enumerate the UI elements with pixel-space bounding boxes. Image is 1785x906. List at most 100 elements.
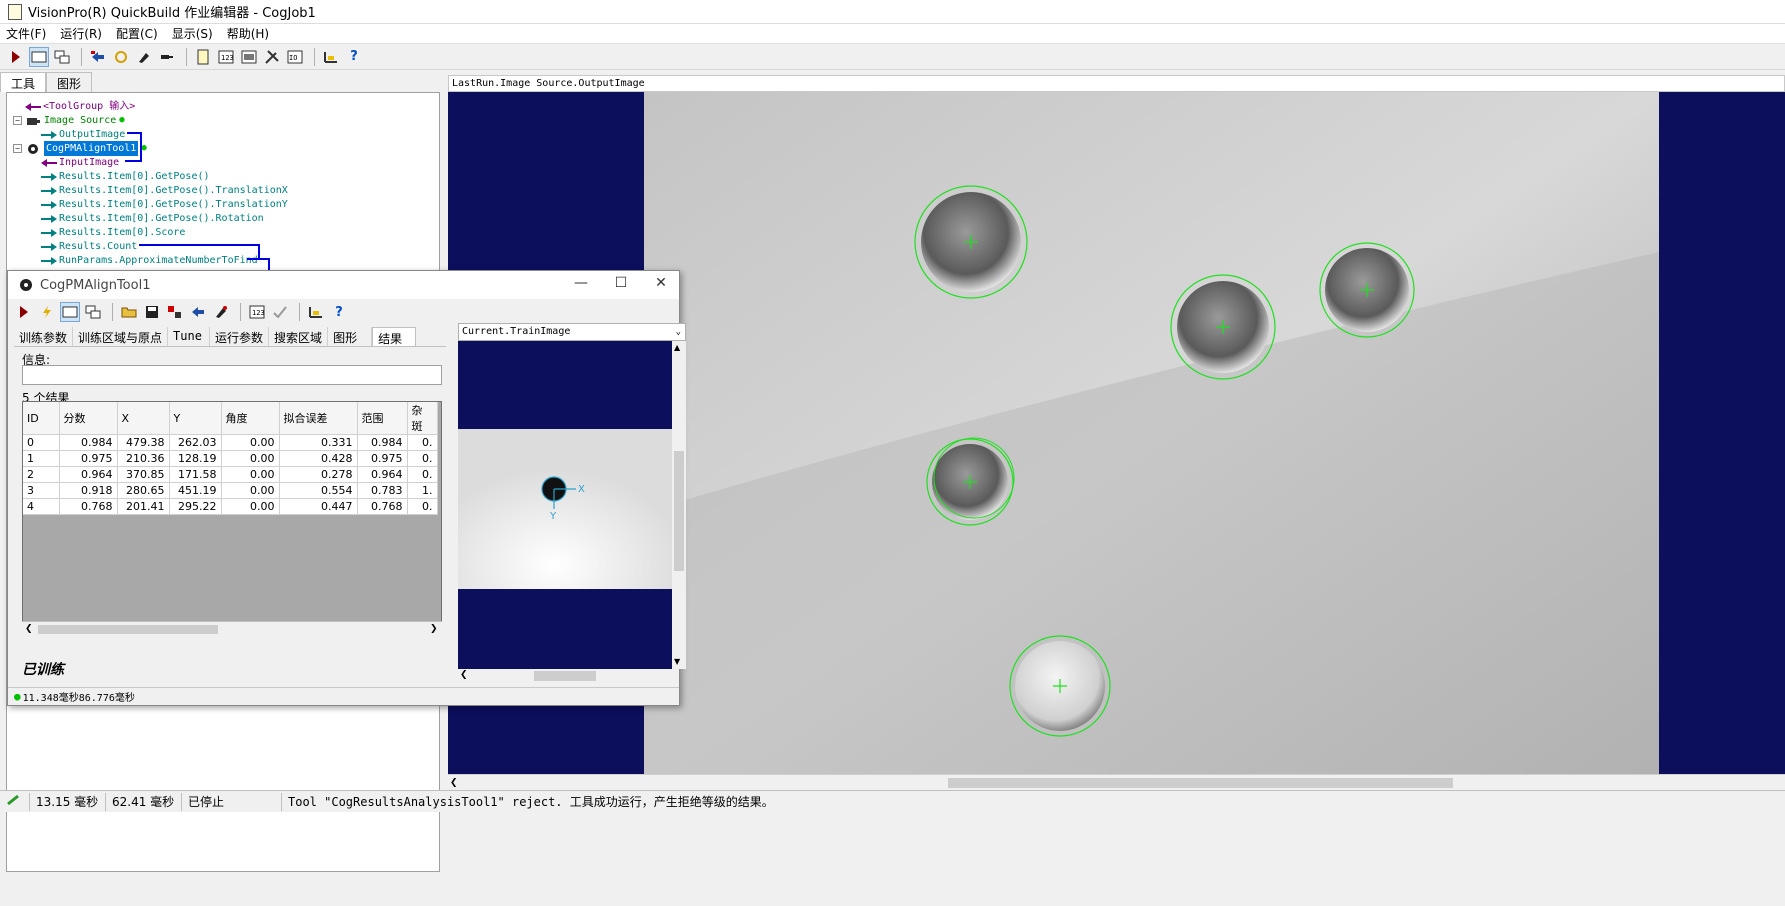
display-mode-icon[interactable] — [29, 46, 49, 67]
display-mode-icon[interactable] — [60, 302, 80, 322]
table-row[interactable]: 4 0.768 201.41 295.22 0.00 0.447 0.768 0. — [23, 498, 438, 515]
tab-search-region[interactable]: 搜索区域 — [269, 327, 329, 346]
tab-train-region[interactable]: 训练区域与原点 — [73, 327, 169, 346]
refresh-icon[interactable] — [111, 47, 131, 67]
help-icon[interactable]: ? — [329, 302, 349, 322]
scroll-down-icon[interactable]: ▼ — [674, 657, 680, 666]
train-horizontal-scrollbar[interactable]: ❮ — [458, 669, 672, 683]
info-field[interactable] — [22, 365, 442, 385]
check-icon[interactable] — [270, 302, 290, 322]
notes-icon[interactable] — [193, 47, 213, 67]
menu-config[interactable]: 配置(C) — [116, 25, 158, 42]
results-grid[interactable]: ID 分数 X Y 角度 拟合误差 范围 杂斑 0 0.984 479.38 262.… — [22, 401, 442, 637]
scroll-up-icon[interactable]: ▲ — [674, 343, 680, 352]
window-icon[interactable] — [52, 47, 72, 67]
tools-icon[interactable] — [262, 47, 282, 67]
toolbar-separator — [112, 303, 113, 321]
window-icon[interactable] — [83, 302, 103, 322]
table-row[interactable]: 2 0.964 370.85 171.58 0.00 0.278 0.964 0. — [23, 466, 438, 483]
train-image — [458, 429, 672, 589]
train-image-display[interactable]: X Y — [458, 341, 672, 669]
tab-run-params[interactable]: 运行参数 — [210, 327, 270, 346]
grid-horizontal-scrollbar[interactable]: ❮ ❯ — [22, 621, 442, 637]
coin-1 — [914, 185, 1028, 299]
menu-help[interactable]: 帮助(H) — [227, 25, 269, 42]
coin-2 — [1319, 242, 1415, 338]
toolbar-separator — [81, 47, 82, 66]
table-row[interactable]: 1 0.975 210.36 128.19 0.00 0.428 0.975 0. — [23, 450, 438, 467]
y-axis-label: Y — [549, 511, 557, 522]
maximize-button[interactable]: ☐ — [606, 275, 636, 295]
col-angle[interactable]: 角度 — [221, 402, 280, 435]
terminal-icon[interactable]: 123 — [216, 47, 236, 67]
status-ok-icon — [0, 792, 30, 811]
io-icon[interactable]: IO — [285, 47, 305, 67]
edit-icon[interactable] — [211, 302, 231, 322]
table-header-row: ID 分数 X Y 角度 拟合误差 范围 杂斑 — [23, 402, 438, 435]
col-coverage[interactable]: 范围 — [357, 402, 408, 435]
save-icon[interactable] — [142, 302, 162, 322]
chevron-down-icon[interactable]: ⌄ — [676, 324, 681, 340]
train-canvas: X Y — [458, 429, 672, 589]
reset-stats-icon[interactable] — [165, 302, 185, 322]
scroll-thumb[interactable] — [38, 625, 218, 634]
image-horizontal-scrollbar[interactable]: ❮ — [448, 774, 1785, 790]
main-toolbar: 123 IO ? — [0, 44, 1785, 70]
pmalign-tool-icon — [20, 279, 32, 291]
col-fit-error[interactable]: 拟合误差 — [279, 402, 358, 435]
col-id[interactable]: ID — [23, 402, 60, 435]
col-score[interactable]: 分数 — [59, 402, 118, 435]
scroll-thumb[interactable] — [674, 451, 684, 571]
tab-tune[interactable]: Tune — [168, 327, 211, 346]
scroll-left-icon[interactable]: ❮ — [25, 624, 33, 634]
status-time-2: 62.41 毫秒 — [106, 792, 182, 811]
tab-tools[interactable]: 工具 — [0, 72, 47, 92]
link-lines — [125, 132, 270, 273]
train-vertical-scrollbar[interactable]: ▲ ▼ — [672, 341, 686, 669]
terminal-icon[interactable]: 123 — [247, 302, 267, 322]
svg-text:123: 123 — [221, 54, 234, 62]
image-display-header: LastRun.Image Source.OutputImage — [448, 75, 1785, 92]
electric-run-icon[interactable] — [37, 302, 57, 322]
scroll-left-icon[interactable]: ❮ — [450, 778, 458, 788]
reset-icon[interactable] — [88, 47, 108, 67]
status-time-1: 13.15 毫秒 — [30, 792, 106, 811]
close-button[interactable]: ✕ — [646, 275, 676, 295]
menu-view[interactable]: 显示(S) — [172, 25, 213, 42]
main-title-bar: VisionPro(R) QuickBuild 作业编辑器 - CogJob1 — [0, 0, 1785, 24]
calibrate-icon[interactable] — [321, 47, 341, 67]
scroll-thumb[interactable] — [534, 671, 596, 681]
tab-results[interactable]: 结果 — [372, 327, 417, 346]
scroll-thumb[interactable] — [948, 778, 1453, 788]
trained-status: 已训练 — [22, 662, 64, 678]
reset-icon[interactable] — [188, 302, 208, 322]
edit-icon[interactable] — [134, 47, 154, 67]
toolbar-separator — [314, 47, 315, 66]
help-icon[interactable]: ? — [344, 47, 364, 67]
toolbar-separator — [186, 47, 187, 66]
run-icon[interactable] — [14, 302, 34, 322]
col-y[interactable]: Y — [169, 402, 222, 435]
toolbar-separator — [299, 303, 300, 321]
image-file-icon[interactable] — [239, 47, 259, 67]
dialog-tabs: 训练参数 训练区域与原点 Tune 运行参数 搜索区域 图形 结果 — [14, 327, 446, 347]
calibrate-icon[interactable] — [306, 302, 326, 322]
open-folder-icon[interactable] — [119, 302, 139, 322]
scroll-left-icon[interactable]: ❮ — [460, 670, 468, 680]
tab-graphics[interactable]: 图形 — [46, 72, 93, 92]
plug-icon[interactable] — [157, 47, 177, 67]
minimize-button[interactable]: — — [566, 275, 596, 295]
tab-graphics[interactable]: 图形 — [328, 327, 373, 346]
coin-0 — [1170, 274, 1276, 380]
status-state: 已停止 — [182, 792, 282, 811]
menu-file[interactable]: 文件(F) — [6, 25, 46, 42]
table-row[interactable]: 3 0.918 280.65 451.19 0.00 0.554 0.783 1. — [23, 482, 438, 499]
scroll-right-icon[interactable]: ❯ — [430, 624, 438, 634]
train-image-selector[interactable]: Current.TrainImage ⌄ — [458, 323, 686, 341]
run-once-icon[interactable] — [6, 47, 26, 67]
col-clutter[interactable]: 杂斑 — [407, 402, 438, 435]
col-x[interactable]: X — [117, 402, 170, 435]
tab-train-params[interactable]: 训练参数 — [14, 327, 74, 346]
menu-run[interactable]: 运行(R) — [60, 25, 102, 42]
table-row[interactable]: 0 0.984 479.38 262.03 0.00 0.331 0.984 0. — [23, 434, 438, 451]
